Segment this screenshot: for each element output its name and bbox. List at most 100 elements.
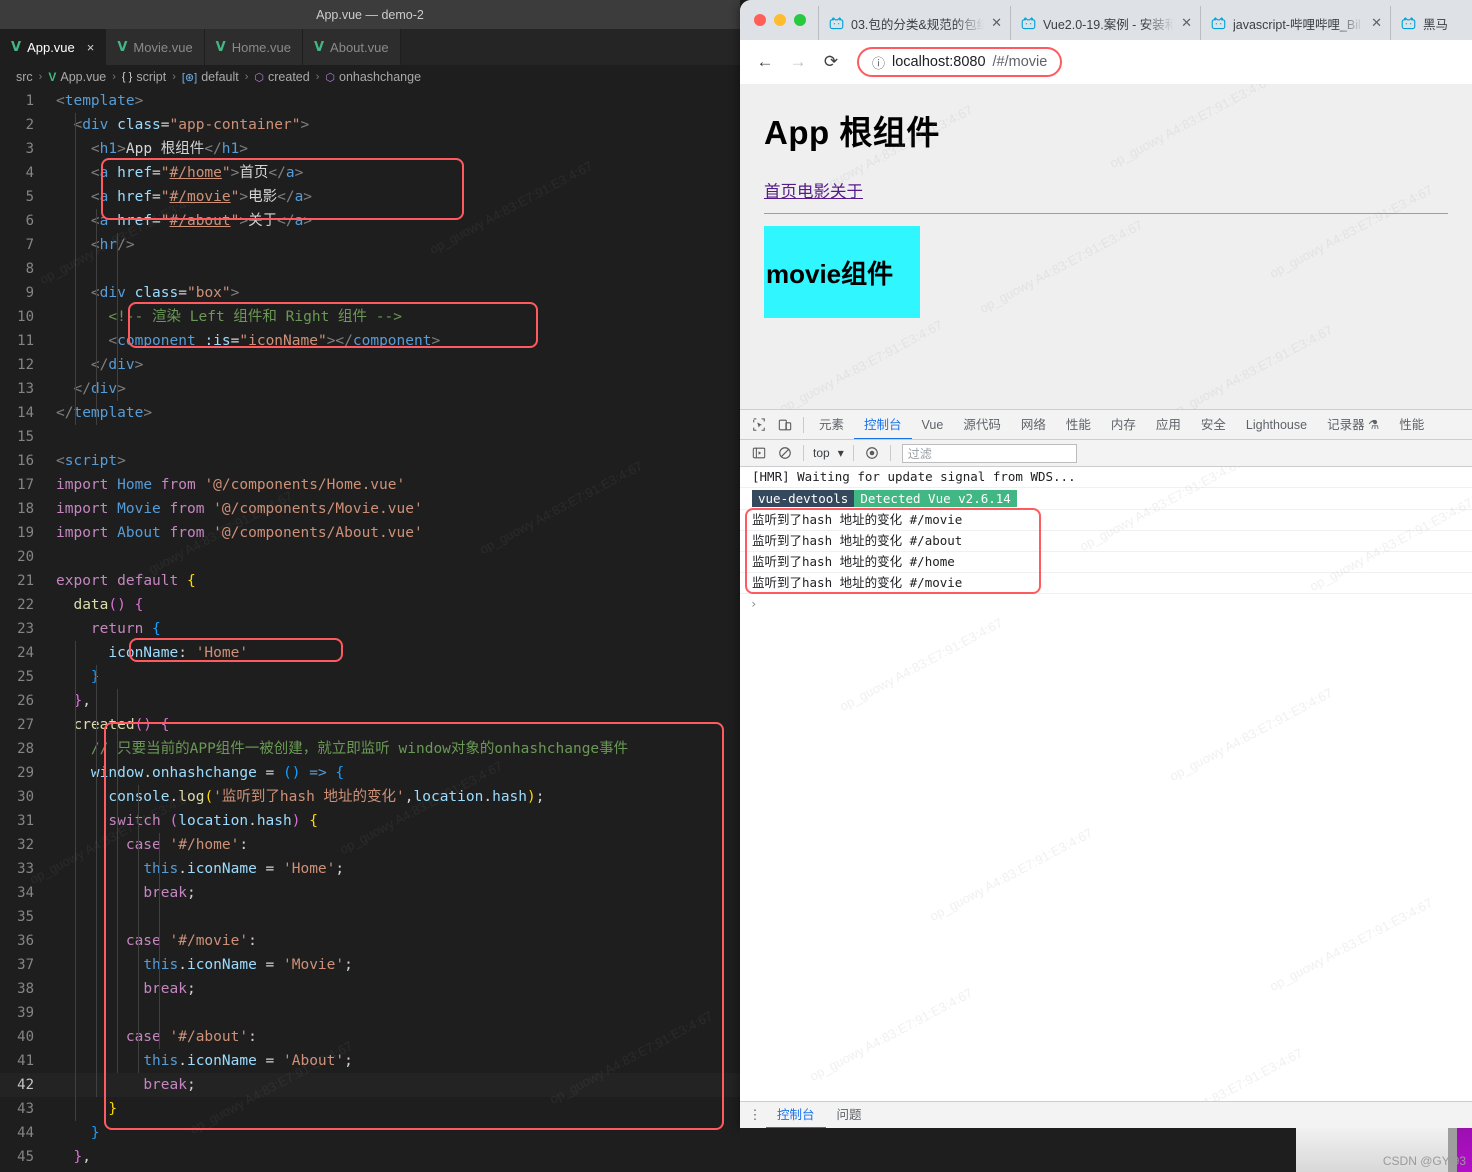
code-line[interactable]: 22 data() { (0, 593, 740, 617)
devtools-tab-network[interactable]: 网络 (1011, 410, 1056, 439)
code-line[interactable]: 25 } (0, 665, 740, 689)
code-line[interactable]: 8 (0, 257, 740, 281)
devtools-tab-bar[interactable]: 元素 控制台 Vue 源代码 网络 性能 内存 应用 安全 Lighthouse… (740, 410, 1472, 440)
code-line[interactable]: 5 <a href="#/movie">电影</a> (0, 185, 740, 209)
code-line[interactable]: 45 }, (0, 1145, 740, 1169)
devtools-tab-security[interactable]: 安全 (1191, 410, 1236, 439)
editor-tab-about-vue[interactable]: V About.vue (302, 29, 401, 65)
code-line[interactable]: 3 <h1>App 根组件</h1> (0, 137, 740, 161)
chevron-down-icon[interactable]: ▾ (834, 446, 848, 460)
code-line[interactable]: 16 <script> (0, 449, 740, 473)
code-line[interactable]: 24 iconName: 'Home' (0, 641, 740, 665)
editor-tab-movie-vue[interactable]: V Movie.vue (106, 29, 205, 65)
device-toolbar-icon[interactable] (772, 412, 798, 438)
devtools-tab-lighthouse[interactable]: Lighthouse (1236, 410, 1317, 439)
code-line[interactable]: 23 return { (0, 617, 740, 641)
code-line[interactable]: 18 import Movie from '@/components/Movie.… (0, 497, 740, 521)
code-line[interactable]: 2 <div class="app-container"> (0, 113, 740, 137)
devtools-tab-vue[interactable]: Vue (912, 410, 954, 439)
code-line[interactable]: 1 <template> (0, 89, 740, 113)
drawer-tab-issues[interactable]: 问题 (826, 1102, 873, 1129)
inspect-element-icon[interactable] (746, 412, 772, 438)
code-line[interactable]: 15 (0, 425, 740, 449)
address-bar[interactable]: ⓘ localhost:8080 /#/movie (857, 47, 1063, 77)
eye-icon[interactable] (859, 440, 885, 466)
drawer-tab-console[interactable]: 控制台 (766, 1102, 826, 1129)
close-icon[interactable]: × (87, 40, 95, 55)
code-line[interactable]: 20 (0, 545, 740, 569)
console-filter-input[interactable]: 过滤 (901, 443, 1077, 463)
code-line[interactable]: 40 case '#/about': (0, 1025, 740, 1049)
code-line[interactable]: 19 import About from '@/components/About.… (0, 521, 740, 545)
devtools-drawer[interactable]: ⋮ 控制台 问题 (740, 1101, 1472, 1128)
devtools-tab-sources[interactable]: 源代码 (953, 410, 1011, 439)
code-line[interactable]: 42 break; (0, 1073, 740, 1097)
code-line[interactable]: 26 }, (0, 689, 740, 713)
reload-icon[interactable]: ⟳ (816, 47, 846, 77)
devtools-tab-application[interactable]: 应用 (1146, 410, 1191, 439)
code-line[interactable]: 17 import Home from '@/components/Home.vu… (0, 473, 740, 497)
code-line[interactable]: 34 break; (0, 881, 740, 905)
window-controls[interactable] (750, 0, 818, 40)
code-line[interactable]: 4 <a href="#/home">首页</a> (0, 161, 740, 185)
breadcrumb-item-created[interactable]: created (268, 70, 310, 84)
breadcrumb-item-src[interactable]: src (16, 70, 33, 84)
editor-tab-home-vue[interactable]: V Home.vue (204, 29, 303, 65)
code-line[interactable]: 14 </template> (0, 401, 740, 425)
console-sidebar-icon[interactable] (746, 440, 772, 466)
code-editor[interactable]: 1 <template> 2 <div class="app-container">… (0, 89, 740, 1172)
console-prompt[interactable]: › (740, 594, 1472, 614)
browser-tab-3[interactable]: javascript-哔哩哔哩_Bil ✕ (1200, 6, 1390, 40)
code-line[interactable]: 13 </div> (0, 377, 740, 401)
close-window-button[interactable] (754, 14, 766, 26)
code-line[interactable]: 28 // 只要当前的APP组件一被创建，就立即监听 window对象的onha… (0, 737, 740, 761)
forward-icon[interactable]: → (783, 47, 813, 77)
execution-context-selector[interactable]: top (809, 446, 834, 460)
devtools-tab-performance[interactable]: 性能 (1056, 410, 1101, 439)
code-line[interactable]: 36 case '#/movie': (0, 929, 740, 953)
close-tab-icon[interactable]: ✕ (991, 15, 1002, 31)
code-line[interactable]: 6 <a href="#/about">关于</a> (0, 209, 740, 233)
browser-tab-strip[interactable]: 03.包的分类&规范的包结 ✕ Vue2.0-19.案例 - 安装和 ✕ jav… (740, 0, 1472, 40)
code-line[interactable]: 44 } (0, 1121, 740, 1145)
breadcrumb-item-script[interactable]: script (136, 70, 166, 84)
breadcrumb-item-file[interactable]: App.vue (60, 70, 106, 84)
code-line[interactable]: 43 } (0, 1097, 740, 1121)
code-line[interactable]: 27 created() { (0, 713, 740, 737)
code-line[interactable]: 35 (0, 905, 740, 929)
devtools-tab-elements[interactable]: 元素 (809, 410, 854, 439)
console-toolbar[interactable]: top ▾ 过滤 (740, 440, 1472, 467)
code-line[interactable]: 41 this.iconName = 'About'; (0, 1049, 740, 1073)
devtools-tab-memory[interactable]: 内存 (1101, 410, 1146, 439)
code-line[interactable]: 12 </div> (0, 353, 740, 377)
code-line[interactable]: 29 window.onhashchange = () => { (0, 761, 740, 785)
code-line[interactable]: 38 break; (0, 977, 740, 1001)
browser-tab-1[interactable]: 03.包的分类&规范的包结 ✕ (818, 6, 1010, 40)
code-lines[interactable]: 1 <template> 2 <div class="app-container">… (0, 89, 740, 1169)
minimize-window-button[interactable] (774, 14, 786, 26)
info-icon[interactable]: ⓘ (872, 53, 885, 72)
console-output[interactable]: [HMR] Waiting for update signal from WDS… (740, 467, 1472, 1101)
back-icon[interactable]: ← (750, 47, 780, 77)
code-line[interactable]: 31 switch (location.hash) { (0, 809, 740, 833)
page-nav-links[interactable]: 首页电影关于 (764, 178, 863, 202)
code-line[interactable]: 33 this.iconName = 'Home'; (0, 857, 740, 881)
editor-tab-bar[interactable]: V App.vue × V Movie.vue V Home.vue V Abo… (0, 29, 740, 65)
browser-tab-2[interactable]: Vue2.0-19.案例 - 安装和 ✕ (1010, 6, 1200, 40)
editor-tab-app-vue[interactable]: V App.vue × (0, 29, 107, 65)
devtools-tab-console[interactable]: 控制台 (854, 410, 912, 439)
devtools-tab-performance-insights[interactable]: 性能 (1389, 410, 1434, 439)
code-line[interactable]: 30 console.log('监听到了hash 地址的变化',location… (0, 785, 740, 809)
code-line[interactable]: 39 (0, 1001, 740, 1025)
code-line[interactable]: 9 <div class="box"> (0, 281, 740, 305)
close-tab-icon[interactable]: ✕ (1371, 15, 1382, 31)
clear-console-icon[interactable] (772, 440, 798, 466)
breadcrumb-item-onhashchange[interactable]: onhashchange (339, 70, 421, 84)
devtools-tab-recorder[interactable]: 记录器 ⚗ (1317, 410, 1389, 439)
code-line[interactable]: 10 <!-- 渲染 Left 组件和 Right 组件 --> (0, 305, 740, 329)
browser-toolbar[interactable]: ← → ⟳ ⓘ localhost:8080 /#/movie (740, 40, 1472, 84)
code-line[interactable]: 11 <component :is="iconName"></component… (0, 329, 740, 353)
code-line[interactable]: 32 case '#/home': (0, 833, 740, 857)
breadcrumb-item-default[interactable]: default (201, 70, 239, 84)
code-line[interactable]: 7 <hr/> (0, 233, 740, 257)
